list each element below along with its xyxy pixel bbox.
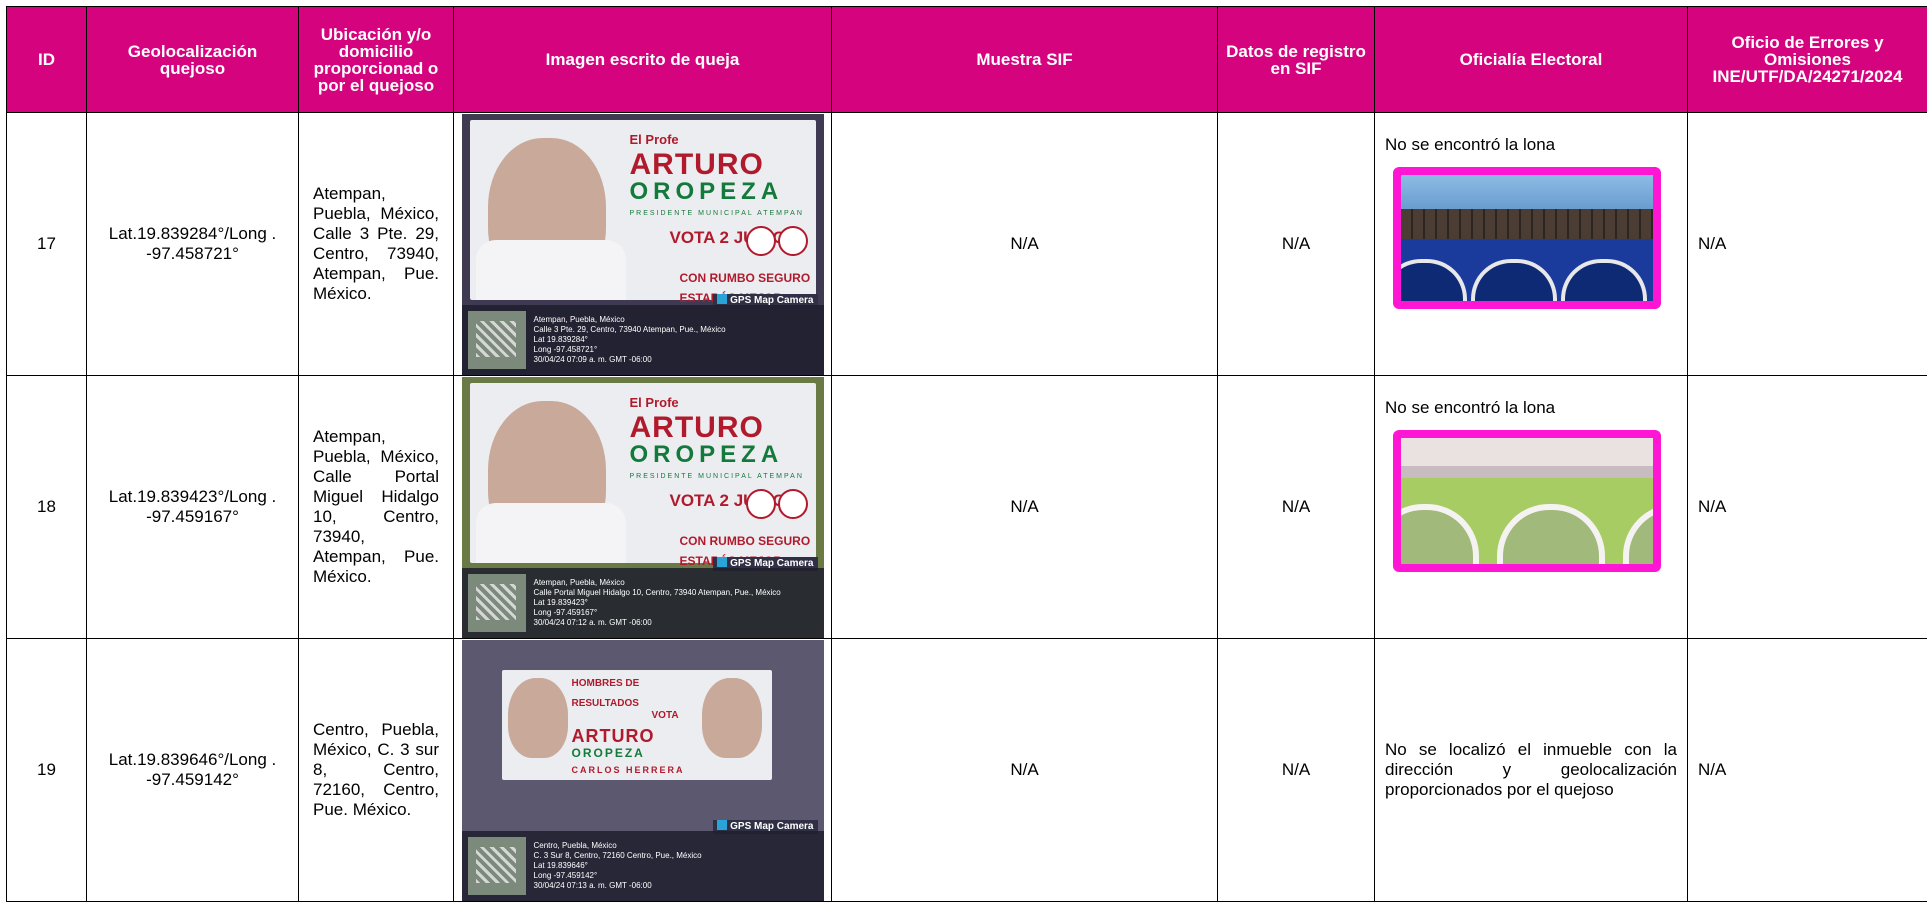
candidate-portrait [508, 678, 568, 758]
party-seal-icon [778, 489, 808, 519]
oficialia-text: No se encontró la lona [1385, 398, 1677, 418]
camera-icon [717, 557, 727, 567]
banner-logo: El Profe ARTURO OROPEZA PRESIDENTE MUNIC… [630, 130, 810, 224]
row-id: 18 [7, 376, 87, 639]
header-muestra-sif: Muestra SIF [832, 7, 1218, 113]
row-datos-sif: N/A [1218, 639, 1375, 902]
row-complaint-photo: El Profe ARTURO OROPEZA PRESIDENTE MUNIC… [454, 376, 832, 639]
header-oficio: Oficio de Errores y Omisiones INE/UTF/DA… [1688, 7, 1927, 113]
row-oficio: N/A [1688, 113, 1927, 376]
row-datos-sif: N/A [1218, 376, 1375, 639]
row-address: Atempan, Puebla, México, Calle 3 Pte. 29… [299, 113, 454, 376]
map-thumbnail [468, 574, 526, 632]
campaign-banner: El Profe ARTURO OROPEZA PRESIDENTE MUNIC… [470, 120, 816, 300]
map-thumbnail [468, 837, 526, 895]
gps-overlay: Atempan, Puebla, México Calle Portal Mig… [462, 568, 824, 638]
row-id: 19 [7, 639, 87, 902]
header-id: ID [7, 7, 87, 113]
row-muestra-sif: N/A [832, 113, 1218, 376]
row-muestra-sif: N/A [832, 639, 1218, 902]
gps-overlay: Centro, Puebla, México C. 3 Sur 8, Centr… [462, 831, 824, 901]
camera-icon [717, 820, 727, 830]
row-geolocalizacion: Lat.19.839646°/Long . -97.459142° [87, 639, 299, 902]
oficialia-photo [1393, 430, 1661, 572]
party-seal-icon [778, 226, 808, 256]
oficialia-text: No se localizó el inmueble con la direcc… [1385, 740, 1677, 800]
row-datos-sif: N/A [1218, 113, 1375, 376]
row-geolocalizacion: Lat.19.839284°/Long . -97.458721° [87, 113, 299, 376]
banner-photo: El Profe ARTURO OROPEZA PRESIDENTE MUNIC… [462, 114, 824, 375]
campaign-banner: El Profe ARTURO OROPEZA PRESIDENTE MUNIC… [470, 383, 816, 563]
row-geolocalizacion: Lat.19.839423°/Long . -97.459167° [87, 376, 299, 639]
banner-logo: El Profe ARTURO OROPEZA PRESIDENTE MUNIC… [630, 393, 810, 487]
row-oficialia: No se encontró la lona [1375, 113, 1688, 376]
row-id: 17 [7, 113, 87, 376]
gps-overlay: Atempan, Puebla, México Calle 3 Pte. 29,… [462, 305, 824, 375]
campaign-banner: HOMBRES DE RESULTADOS ARTURO OROPEZA CAR… [502, 670, 772, 780]
header-geolocalizacion: Geolocalización quejoso [87, 7, 299, 113]
party-seal-icon [746, 489, 776, 519]
row-muestra-sif: N/A [832, 376, 1218, 639]
header-row: ID Geolocalización quejoso Ubicación y/o… [7, 7, 1927, 113]
header-imagen: Imagen escrito de queja [454, 7, 832, 113]
row-address: Atempan, Puebla, México, Calle Portal Mi… [299, 376, 454, 639]
table-row: 19 Lat.19.839646°/Long . -97.459142° Cen… [7, 639, 1927, 902]
row-oficialia: No se encontró la lona [1375, 376, 1688, 639]
camera-icon [717, 294, 727, 304]
header-ubicacion: Ubicación y/o domicilio proporcionad o p… [299, 7, 454, 113]
party-seal-icon [746, 226, 776, 256]
table-row: 18 Lat.19.839423°/Long . -97.459167° Ate… [7, 376, 1927, 639]
row-oficio: N/A [1688, 639, 1927, 902]
row-complaint-photo: El Profe ARTURO OROPEZA PRESIDENTE MUNIC… [454, 113, 832, 376]
vote-text: VOTA [652, 706, 679, 726]
banner-photo: El Profe ARTURO OROPEZA PRESIDENTE MUNIC… [462, 377, 824, 638]
oficialia-text: No se encontró la lona [1385, 135, 1677, 155]
header-oficialia: Oficialía Electoral [1375, 7, 1688, 113]
evidence-table: ID Geolocalización quejoso Ubicación y/o… [6, 6, 1927, 902]
row-complaint-photo: HOMBRES DE RESULTADOS ARTURO OROPEZA CAR… [454, 639, 832, 902]
candidate-portrait [702, 678, 762, 758]
row-oficialia: No se localizó el inmueble con la direcc… [1375, 639, 1688, 902]
banner-photo: HOMBRES DE RESULTADOS ARTURO OROPEZA CAR… [462, 640, 824, 901]
row-oficio: N/A [1688, 376, 1927, 639]
row-address: Centro, Puebla, México, C. 3 sur 8, Cent… [299, 639, 454, 902]
oficialia-photo [1393, 167, 1661, 309]
header-datos-sif: Datos de registro en SIF [1218, 7, 1375, 113]
table-row: 17 Lat.19.839284°/Long . -97.458721° Ate… [7, 113, 1927, 376]
banner-logo: HOMBRES DE RESULTADOS ARTURO OROPEZA CAR… [572, 674, 702, 780]
map-thumbnail [468, 311, 526, 369]
